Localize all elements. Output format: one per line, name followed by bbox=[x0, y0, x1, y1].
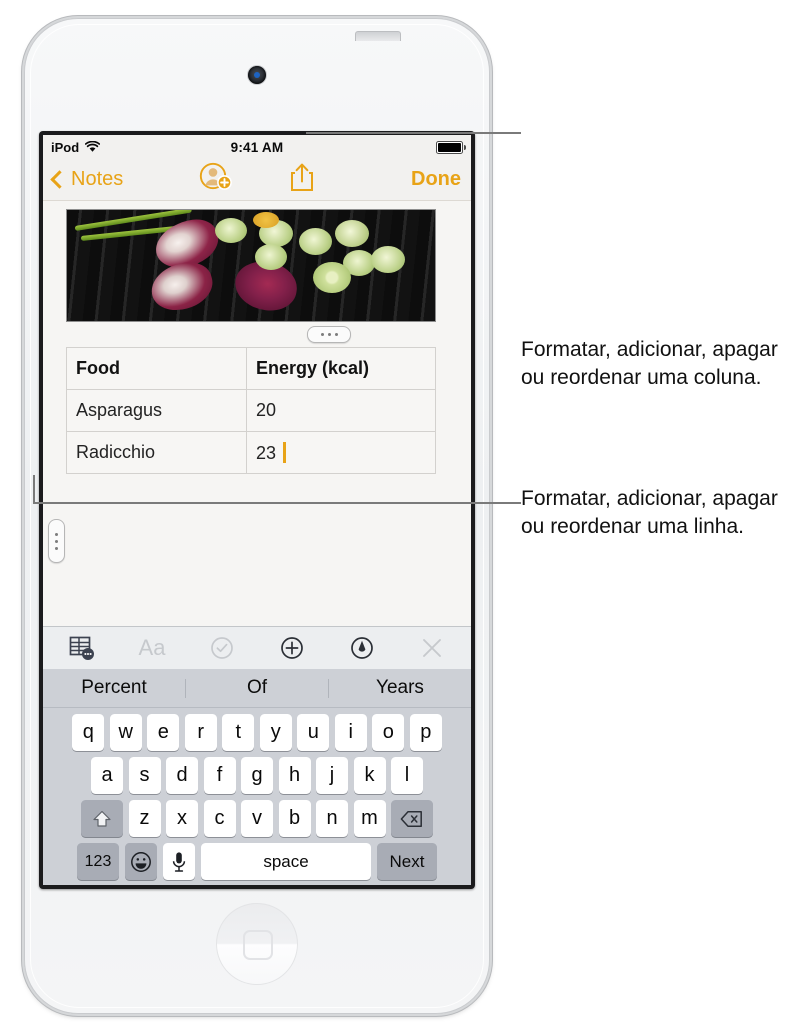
row-handle-dots-icon[interactable] bbox=[48, 519, 65, 563]
screen: iPod 9:41 AM Notes Done Food Energy (kca… bbox=[43, 135, 471, 885]
predictive-text-bar: Percent Of Years bbox=[43, 669, 471, 708]
input-accessory-and-keyboard: Aa Percent Of Years q w e r t y u i o p … bbox=[43, 626, 471, 885]
navigation-bar: Notes Done bbox=[43, 159, 471, 201]
column-handle-dots-icon[interactable] bbox=[307, 326, 351, 343]
screen-bezel: iPod 9:41 AM Notes Done Food Energy (kca… bbox=[39, 131, 475, 889]
back-button-label: Notes bbox=[71, 168, 124, 190]
close-icon[interactable] bbox=[419, 635, 445, 661]
add-icon[interactable] bbox=[279, 635, 305, 661]
key-u[interactable]: u bbox=[297, 714, 330, 751]
key-k[interactable]: k bbox=[353, 757, 386, 794]
key-d[interactable]: d bbox=[166, 757, 198, 794]
status-bar: iPod 9:41 AM bbox=[43, 135, 471, 159]
table-cell[interactable]: 20 bbox=[246, 389, 436, 432]
key-w[interactable]: w bbox=[109, 714, 142, 751]
key-q[interactable]: q bbox=[72, 714, 105, 751]
row-callout-leader-line-vertical bbox=[33, 475, 35, 504]
ipod-touch-device: iPod 9:41 AM Notes Done Food Energy (kca… bbox=[24, 18, 490, 1014]
done-button[interactable]: Done bbox=[411, 168, 461, 191]
key-o[interactable]: o bbox=[372, 714, 405, 751]
text-format-icon[interactable]: Aa bbox=[139, 635, 166, 661]
key-l[interactable]: l bbox=[391, 757, 423, 794]
note-table[interactable]: Food Energy (kcal) Asparagus 20 Radicchi… bbox=[66, 347, 436, 474]
key-g[interactable]: g bbox=[241, 757, 273, 794]
text-caret bbox=[283, 441, 286, 463]
prediction-1[interactable]: Of bbox=[186, 677, 328, 699]
table-cell-editing[interactable]: 23 bbox=[246, 431, 436, 474]
column-callout: Formatar, adicionar, apagar ou reordenar… bbox=[521, 338, 778, 389]
column-callout-leader-line bbox=[306, 131, 521, 134]
grilled-vegetables-photo[interactable] bbox=[66, 209, 436, 322]
battery-full-icon bbox=[436, 140, 467, 154]
key-s[interactable]: s bbox=[128, 757, 161, 794]
table-row: Radicchio 23 bbox=[66, 431, 436, 474]
delete-backspace-icon[interactable] bbox=[391, 800, 433, 837]
keyboard-row-1: q w e r t y u i o p bbox=[43, 714, 471, 751]
table-cell[interactable]: Asparagus bbox=[66, 389, 247, 432]
add-person-icon[interactable] bbox=[199, 162, 233, 197]
key-m[interactable]: m bbox=[353, 800, 386, 837]
prediction-0[interactable]: Percent bbox=[43, 677, 185, 699]
space-key[interactable]: space bbox=[201, 843, 371, 880]
key-c[interactable]: c bbox=[203, 800, 236, 837]
home-button[interactable] bbox=[216, 903, 298, 985]
table-options-icon[interactable] bbox=[69, 635, 95, 661]
table-header-cell[interactable]: Food bbox=[66, 347, 247, 390]
clock-label: 9:41 AM bbox=[230, 139, 284, 155]
key-t[interactable]: t bbox=[222, 714, 255, 751]
table-header-cell[interactable]: Energy (kcal) bbox=[246, 347, 436, 390]
front-camera bbox=[248, 66, 266, 84]
table-row: Asparagus 20 bbox=[66, 389, 436, 432]
key-n[interactable]: n bbox=[316, 800, 348, 837]
row-callout-leader-line-horizontal bbox=[33, 502, 521, 504]
key-y[interactable]: y bbox=[259, 714, 292, 751]
emoji-smiley-icon[interactable] bbox=[125, 843, 157, 880]
key-b[interactable]: b bbox=[278, 800, 311, 837]
numbers-key[interactable]: 123 bbox=[77, 843, 119, 880]
shift-arrow-icon[interactable] bbox=[81, 800, 123, 837]
keyboard-row-3: z x c v b n m bbox=[43, 800, 471, 837]
table-cell[interactable]: Radicchio bbox=[66, 431, 247, 474]
table-header-row: Food Energy (kcal) bbox=[66, 347, 436, 390]
key-i[interactable]: i bbox=[334, 714, 367, 751]
checklist-icon[interactable] bbox=[209, 635, 235, 661]
chevron-left-icon bbox=[50, 170, 69, 189]
key-v[interactable]: v bbox=[241, 800, 273, 837]
key-a[interactable]: a bbox=[91, 757, 123, 794]
back-to-notes-button[interactable]: Notes bbox=[50, 168, 124, 191]
key-e[interactable]: e bbox=[147, 714, 180, 751]
onscreen-keyboard: Percent Of Years q w e r t y u i o p a s… bbox=[43, 669, 471, 885]
keyboard-row-4: 123 space Next bbox=[43, 843, 471, 880]
format-toolbar: Aa bbox=[43, 626, 471, 669]
key-x[interactable]: x bbox=[166, 800, 198, 837]
key-j[interactable]: j bbox=[316, 757, 348, 794]
key-z[interactable]: z bbox=[128, 800, 161, 837]
key-p[interactable]: p bbox=[409, 714, 442, 751]
share-icon[interactable] bbox=[289, 162, 315, 197]
markup-pen-icon[interactable] bbox=[349, 635, 375, 661]
power-button[interactable] bbox=[355, 31, 401, 41]
return-next-key[interactable]: Next bbox=[377, 843, 437, 880]
key-h[interactable]: h bbox=[278, 757, 311, 794]
table-cell-value: 23 bbox=[256, 442, 277, 463]
microphone-icon[interactable] bbox=[163, 843, 195, 880]
key-f[interactable]: f bbox=[203, 757, 236, 794]
key-r[interactable]: r bbox=[184, 714, 217, 751]
prediction-2[interactable]: Years bbox=[329, 677, 471, 699]
keyboard-row-2: a s d f g h j k l bbox=[43, 757, 471, 794]
row-callout: Formatar, adicionar, apagar ou reordenar… bbox=[521, 487, 778, 538]
